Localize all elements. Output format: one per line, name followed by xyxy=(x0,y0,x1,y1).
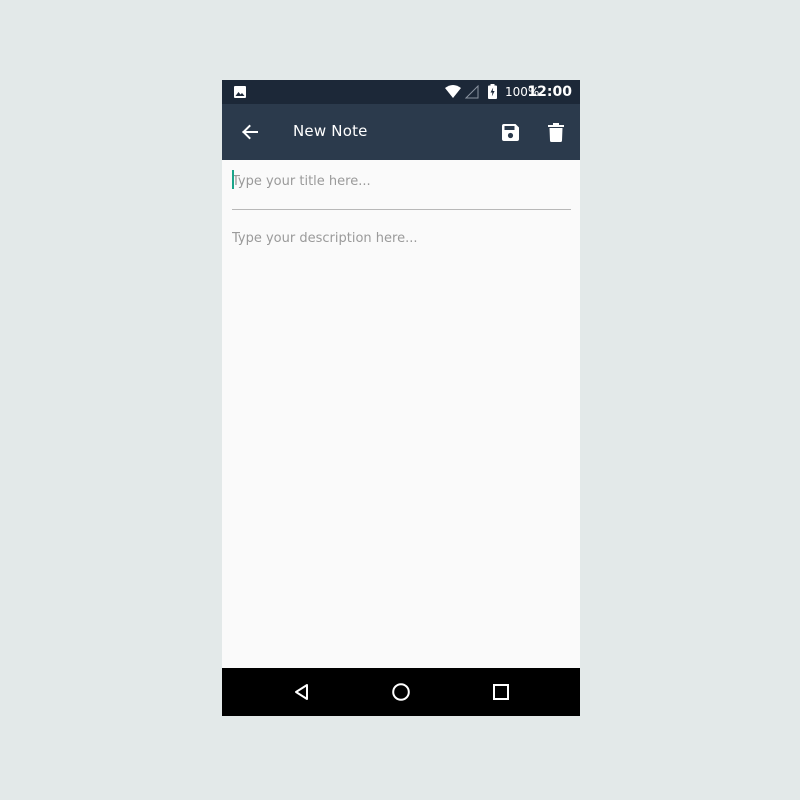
phone-screen: 100% 12:00 New Note xyxy=(222,80,580,716)
nav-recent-button[interactable] xyxy=(487,678,515,706)
cell-signal-icon xyxy=(465,85,479,99)
gallery-icon xyxy=(234,86,246,98)
nav-back-icon xyxy=(295,684,308,700)
back-button[interactable] xyxy=(236,118,264,146)
nav-recent-icon xyxy=(493,684,509,700)
wifi-icon xyxy=(445,85,461,98)
title-input[interactable] xyxy=(232,168,570,194)
page-title: New Note xyxy=(293,122,368,140)
arrow-back-icon xyxy=(242,124,258,140)
description-input[interactable] xyxy=(232,231,570,651)
save-button[interactable] xyxy=(496,118,524,146)
status-clock: 12:00 xyxy=(527,84,572,100)
delete-icon xyxy=(548,122,564,142)
text-cursor xyxy=(232,170,234,189)
system-nav-bar xyxy=(222,668,580,716)
save-icon xyxy=(501,123,519,141)
nav-home-button[interactable] xyxy=(387,678,415,706)
status-bar: 100% 12:00 xyxy=(222,80,580,104)
delete-button[interactable] xyxy=(542,118,570,146)
app-bar: New Note xyxy=(222,104,580,160)
title-divider xyxy=(232,209,571,210)
nav-back-button[interactable] xyxy=(288,678,316,706)
battery-charging-icon xyxy=(488,84,497,99)
nav-home-icon xyxy=(392,683,410,701)
